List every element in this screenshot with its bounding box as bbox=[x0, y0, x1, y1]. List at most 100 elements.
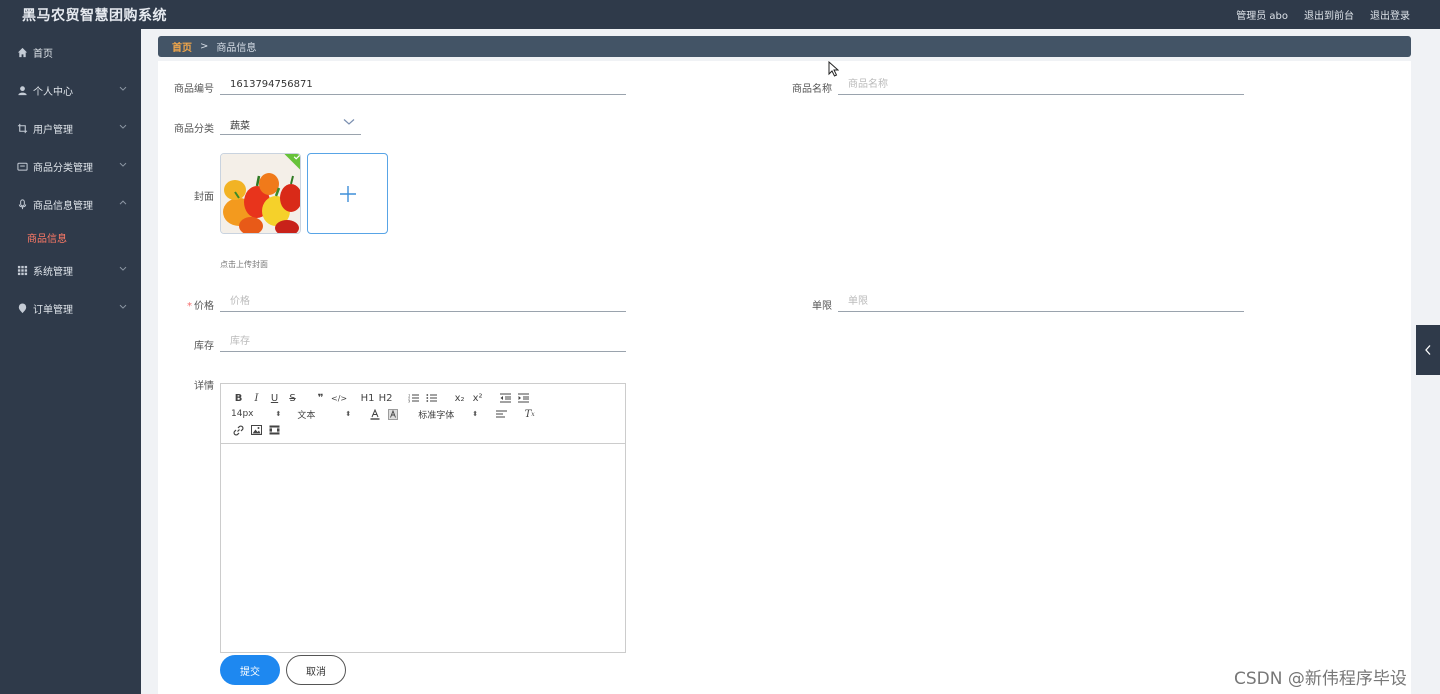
breadcrumb-home[interactable]: 首页 bbox=[172, 39, 192, 54]
h1-button[interactable]: H1 bbox=[360, 391, 375, 405]
cancel-button[interactable]: 取消 bbox=[286, 655, 346, 685]
sidebar-item-label: 系统管理 bbox=[33, 266, 73, 278]
sidebar-subitem-product-info[interactable]: 商品信息 bbox=[0, 223, 141, 251]
font-family-value: 标准字体 bbox=[418, 410, 455, 421]
italic-button[interactable]: I bbox=[249, 391, 264, 405]
price-label: * 价格 bbox=[158, 297, 214, 312]
limit-input[interactable] bbox=[838, 292, 1244, 312]
bold-button[interactable]: B bbox=[231, 391, 246, 405]
image-icon[interactable] bbox=[249, 423, 264, 437]
cover-thumbnail[interactable] bbox=[220, 153, 301, 234]
outdent-icon[interactable] bbox=[498, 391, 513, 405]
cover-label: 封面 bbox=[194, 192, 214, 203]
chevron-down-icon bbox=[119, 85, 127, 94]
rich-text-editor: B I U S ❞ </> H1 H2 123 x₂ x² 14px ⬍ 文本 … bbox=[220, 383, 626, 653]
sidebar-item-product-manage[interactable]: 商品信息管理 bbox=[0, 185, 141, 223]
link-icon[interactable] bbox=[231, 423, 246, 437]
font-color-icon[interactable] bbox=[367, 407, 382, 421]
updown-icon: ⬍ bbox=[472, 410, 479, 418]
superscript-button[interactable]: x² bbox=[470, 391, 485, 405]
product-form: 商品编号 商品名称 商品分类 蔬菜 封面 bbox=[158, 61, 1411, 694]
name-label: 商品名称 bbox=[792, 84, 832, 95]
strike-button[interactable]: S bbox=[285, 391, 300, 405]
peppers-image bbox=[221, 154, 300, 233]
plus-icon bbox=[339, 185, 356, 202]
user-icon bbox=[16, 84, 28, 96]
mouse-cursor-icon bbox=[828, 61, 839, 77]
name-input[interactable] bbox=[838, 75, 1244, 95]
subscript-button[interactable]: x₂ bbox=[452, 391, 467, 405]
code-icon[interactable]: </> bbox=[331, 391, 347, 405]
chevron-down-icon bbox=[119, 161, 127, 170]
code-label: 商品编号 bbox=[174, 84, 214, 95]
breadcrumb: 首页 > 商品信息 bbox=[158, 36, 1411, 57]
required-asterisk: * bbox=[187, 301, 192, 312]
chevron-up-icon bbox=[119, 199, 127, 208]
limit-label: 单限 bbox=[812, 301, 832, 312]
inbox-icon bbox=[16, 160, 28, 172]
blockquote-icon[interactable]: ❞ bbox=[313, 391, 328, 405]
home-icon bbox=[16, 46, 28, 58]
sidebar-item-system[interactable]: 系统管理 bbox=[0, 251, 141, 289]
sidebar-item-users[interactable]: 用户管理 bbox=[0, 109, 141, 147]
upload-cover-button[interactable] bbox=[307, 153, 388, 234]
editor-content-area[interactable] bbox=[221, 444, 625, 652]
detail-label: 详情 bbox=[194, 381, 214, 392]
cover-upload-hint: 点击上传封面 bbox=[220, 260, 268, 269]
background-color-icon[interactable] bbox=[385, 407, 400, 421]
font-family-picker[interactable]: 标准字体 ⬍ bbox=[418, 408, 478, 421]
svg-text:3: 3 bbox=[408, 400, 410, 404]
chevron-down-icon bbox=[119, 123, 127, 132]
app-title: 黑马农贸智慧团购系统 bbox=[22, 7, 167, 24]
font-size-picker[interactable]: 14px ⬍ bbox=[231, 409, 281, 419]
sidebar-item-label: 商品分类管理 bbox=[33, 162, 93, 174]
align-icon[interactable] bbox=[494, 407, 509, 421]
check-icon bbox=[293, 154, 300, 160]
sidebar-item-label: 用户管理 bbox=[33, 124, 73, 136]
mic-icon bbox=[16, 198, 28, 210]
top-bar: 黑马农贸智慧团购系统 管理员 abo 退出到前台 退出登录 bbox=[0, 0, 1440, 29]
category-select[interactable]: 蔬菜 bbox=[220, 115, 361, 135]
sidebar-item-label: 订单管理 bbox=[33, 304, 73, 316]
sidebar-item-label: 首页 bbox=[33, 48, 53, 60]
stock-input[interactable] bbox=[220, 332, 626, 352]
chevron-left-icon bbox=[1425, 345, 1431, 355]
main-content: 首页 > 商品信息 商品编号 商品名称 商品分类 蔬菜 封面 bbox=[141, 29, 1440, 694]
admin-user-label: 管理员 abo bbox=[1236, 11, 1288, 22]
header-value: 文本 bbox=[297, 410, 316, 421]
header-picker[interactable]: 文本 ⬍ bbox=[297, 408, 351, 421]
sidebar-subitem-label: 商品信息 bbox=[27, 233, 67, 245]
chevron-down-icon bbox=[119, 303, 127, 312]
category-selected: 蔬菜 bbox=[230, 121, 250, 132]
sidebar-item-profile[interactable]: 个人中心 bbox=[0, 71, 141, 109]
h2-button[interactable]: H2 bbox=[378, 391, 393, 405]
video-icon[interactable] bbox=[267, 423, 282, 437]
breadcrumb-current: 商品信息 bbox=[216, 43, 257, 54]
sidebar: 首页 个人中心 用户管理 商品分类管理 商品信息管理 商品信息 系统管理 订单管… bbox=[0, 29, 141, 694]
chevron-down-icon bbox=[343, 118, 355, 129]
indent-icon[interactable] bbox=[516, 391, 531, 405]
code-input[interactable] bbox=[220, 75, 626, 95]
price-label-text: 价格 bbox=[194, 301, 214, 312]
ordered-list-icon[interactable]: 123 bbox=[406, 391, 421, 405]
grid-icon bbox=[16, 264, 28, 276]
side-panel-toggle[interactable] bbox=[1416, 325, 1440, 375]
sidebar-item-home[interactable]: 首页 bbox=[0, 33, 141, 71]
submit-button[interactable]: 提交 bbox=[220, 655, 280, 685]
watermark: CSDN @新伟程序毕设 bbox=[1234, 669, 1407, 689]
exit-to-front-link[interactable]: 退出到前台 bbox=[1304, 7, 1354, 22]
updown-icon: ⬍ bbox=[345, 410, 352, 418]
chevron-down-icon bbox=[119, 265, 127, 274]
editor-toolbar: B I U S ❞ </> H1 H2 123 x₂ x² 14px ⬍ 文本 … bbox=[221, 384, 625, 444]
clear-format-icon[interactable]: Tx bbox=[522, 407, 537, 421]
bullet-list-icon[interactable] bbox=[424, 391, 439, 405]
location-icon bbox=[16, 302, 28, 314]
sidebar-item-orders[interactable]: 订单管理 bbox=[0, 289, 141, 327]
font-size-value: 14px bbox=[231, 409, 254, 419]
category-label: 商品分类 bbox=[174, 124, 214, 135]
sidebar-item-category-manage[interactable]: 商品分类管理 bbox=[0, 147, 141, 185]
underline-button[interactable]: U bbox=[267, 391, 282, 405]
price-input[interactable] bbox=[220, 292, 626, 312]
logout-link[interactable]: 退出登录 bbox=[1370, 7, 1410, 22]
crop-icon bbox=[16, 122, 28, 134]
